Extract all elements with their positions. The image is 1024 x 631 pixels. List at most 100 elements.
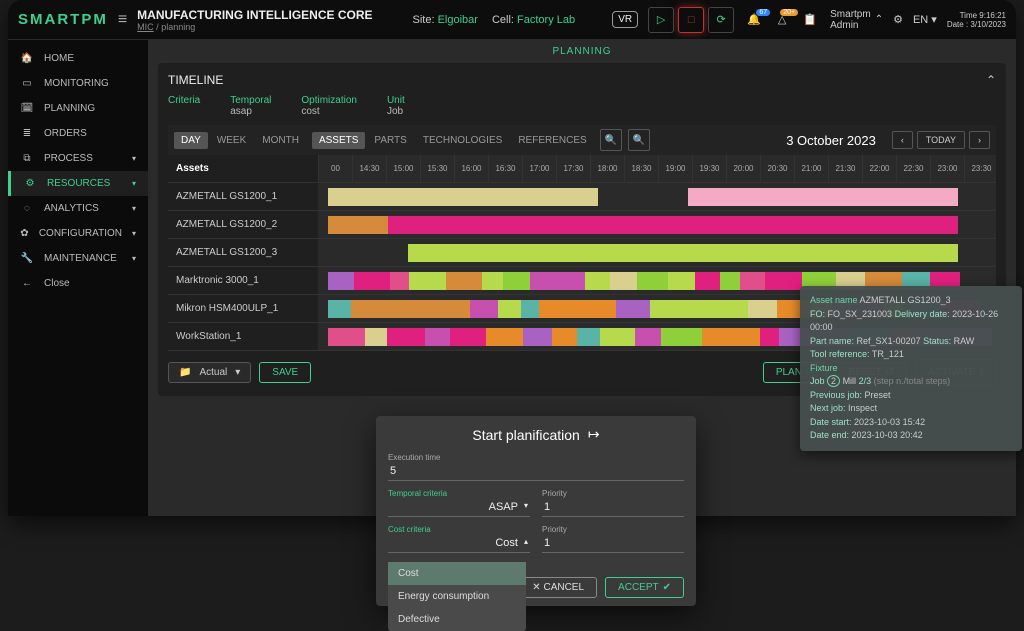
sidebar-item-monitoring[interactable]: ▭MONITORING [8, 71, 148, 96]
gantt-bar[interactable] [550, 272, 585, 290]
alert-icon[interactable]: △20+ [772, 13, 792, 26]
gantt-bar[interactable] [387, 328, 425, 346]
gantt-bar[interactable] [450, 328, 486, 346]
asset-row-label[interactable]: Marktronic 3000_1 [168, 267, 318, 295]
zoom-out[interactable]: 🔍 [600, 129, 622, 151]
gantt-bar[interactable] [530, 272, 550, 290]
gantt-bar[interactable] [486, 328, 523, 346]
gantt-bar[interactable] [585, 272, 610, 290]
sidebar-item-close[interactable]: ←Close [8, 271, 148, 296]
gantt-bar[interactable] [328, 272, 354, 290]
prev-day[interactable]: ‹ [892, 131, 913, 149]
tab-parts[interactable]: PARTS [367, 132, 413, 149]
gantt-bar[interactable] [552, 328, 577, 346]
asset-row-label[interactable]: Mikron HSM400ULP_1 [168, 295, 318, 323]
tab-day[interactable]: DAY [174, 132, 208, 149]
temporal-criteria-select[interactable]: ASAP▾ [388, 498, 530, 517]
gantt-bar[interactable] [328, 188, 598, 206]
asset-row-label[interactable]: AZMETALL GS1200_1 [168, 183, 318, 211]
gantt-bar[interactable] [539, 300, 578, 318]
gantt-bar[interactable] [600, 328, 635, 346]
stop-button[interactable]: □ [678, 7, 704, 33]
gantt-bar[interactable] [425, 328, 450, 346]
gantt-bar[interactable] [637, 272, 668, 290]
dropdown-option[interactable]: Energy consumption [388, 585, 526, 608]
site-select[interactable]: Elgoibar [438, 14, 478, 26]
gantt-bar[interactable] [408, 244, 958, 262]
gantt-bar[interactable] [610, 272, 637, 290]
tab-month[interactable]: MONTH [255, 132, 306, 149]
gantt-bar[interactable] [328, 328, 365, 346]
gantt-bar[interactable] [695, 272, 720, 290]
today-button[interactable]: TODAY [917, 131, 965, 149]
accept-button[interactable]: ACCEPT ✔ [605, 577, 684, 598]
cost-criteria-select[interactable]: Cost▴ [388, 534, 530, 553]
gantt-row[interactable] [318, 239, 996, 267]
gantt-bar[interactable] [365, 328, 387, 346]
sidebar-item-analytics[interactable]: ◌ANALYTICS▾ [8, 196, 148, 221]
clipboard-icon[interactable]: 📋 [800, 13, 820, 26]
next-day[interactable]: › [969, 131, 990, 149]
gantt-bar[interactable] [650, 300, 674, 318]
gantt-bar[interactable] [390, 300, 430, 318]
gantt-bar[interactable] [328, 216, 388, 234]
dropdown-option[interactable]: Cost [388, 562, 526, 585]
priority-input-2[interactable]: 1 [542, 534, 684, 553]
gantt-bar[interactable] [740, 272, 765, 290]
play-button[interactable]: ▷ [648, 7, 674, 33]
tab-week[interactable]: WEEK [210, 132, 253, 149]
sidebar-item-resources[interactable]: ⚙RESOURCES▾ [8, 171, 148, 196]
gantt-bar[interactable] [482, 272, 503, 290]
tab-assets[interactable]: ASSETS [312, 132, 365, 149]
gear-icon[interactable]: ⚙ [893, 13, 903, 26]
gantt-row[interactable] [318, 183, 996, 211]
gantt-bar[interactable] [702, 328, 724, 346]
gantt-bar[interactable] [674, 300, 714, 318]
gantt-bar[interactable] [578, 300, 616, 318]
gantt-bar[interactable] [724, 328, 760, 346]
refresh-button[interactable]: ⟳ [708, 7, 734, 33]
gantt-bar[interactable] [661, 328, 702, 346]
gantt-bar[interactable] [354, 272, 390, 290]
gantt-bar[interactable] [351, 300, 390, 318]
cell-select[interactable]: Factory Lab [517, 14, 575, 26]
gantt-bar[interactable] [577, 328, 600, 346]
asset-row-label[interactable]: AZMETALL GS1200_2 [168, 211, 318, 239]
cancel-button[interactable]: ✕ CANCEL [519, 577, 597, 598]
sidebar-item-configuration[interactable]: ✿CONFIGURATION▾ [8, 221, 148, 246]
gantt-bar[interactable] [328, 300, 351, 318]
sidebar-item-process[interactable]: ⧉PROCESS▾ [8, 146, 148, 171]
save-button[interactable]: SAVE [259, 362, 311, 383]
gantt-bar[interactable] [748, 300, 777, 318]
gantt-bar[interactable] [409, 272, 446, 290]
vr-badge[interactable]: VR [612, 11, 638, 28]
gantt-bar[interactable] [388, 216, 958, 234]
gantt-bar[interactable] [760, 328, 779, 346]
user-menu[interactable]: Smartpm Admin ⌃ [830, 9, 883, 31]
gantt-bar[interactable] [635, 328, 661, 346]
sidebar-item-planning[interactable]: 🗓PLANNING [8, 96, 148, 121]
sidebar-item-home[interactable]: 🏠HOME [8, 46, 148, 71]
execution-time-input[interactable]: 5 [388, 462, 684, 481]
zoom-in[interactable]: 🔍 [628, 129, 650, 151]
gantt-bar[interactable] [521, 300, 539, 318]
priority-input-1[interactable]: 1 [542, 498, 684, 517]
tab-tech[interactable]: TECHNOLOGIES [416, 132, 509, 149]
gantt-bar[interactable] [688, 188, 958, 206]
gantt-row[interactable] [318, 211, 996, 239]
gantt-bar[interactable] [390, 272, 409, 290]
hamburger-icon[interactable]: ≡ [118, 11, 127, 29]
gantt-bar[interactable] [765, 272, 802, 290]
gantt-bar[interactable] [503, 272, 530, 290]
gantt-bar[interactable] [523, 328, 552, 346]
tab-refs[interactable]: REFERENCES [511, 132, 593, 149]
lang-select[interactable]: EN ▾ [913, 13, 937, 26]
sidebar-item-maintenance[interactable]: 🔧MAINTENANCE▾ [8, 246, 148, 271]
bell-icon[interactable]: 🔔67 [744, 13, 764, 26]
gantt-bar[interactable] [446, 272, 482, 290]
gantt-bar[interactable] [714, 300, 748, 318]
sidebar-item-orders[interactable]: ≣ORDERS [8, 121, 148, 146]
gantt-bar[interactable] [498, 300, 521, 318]
gantt-bar[interactable] [668, 272, 695, 290]
gantt-bar[interactable] [616, 300, 650, 318]
